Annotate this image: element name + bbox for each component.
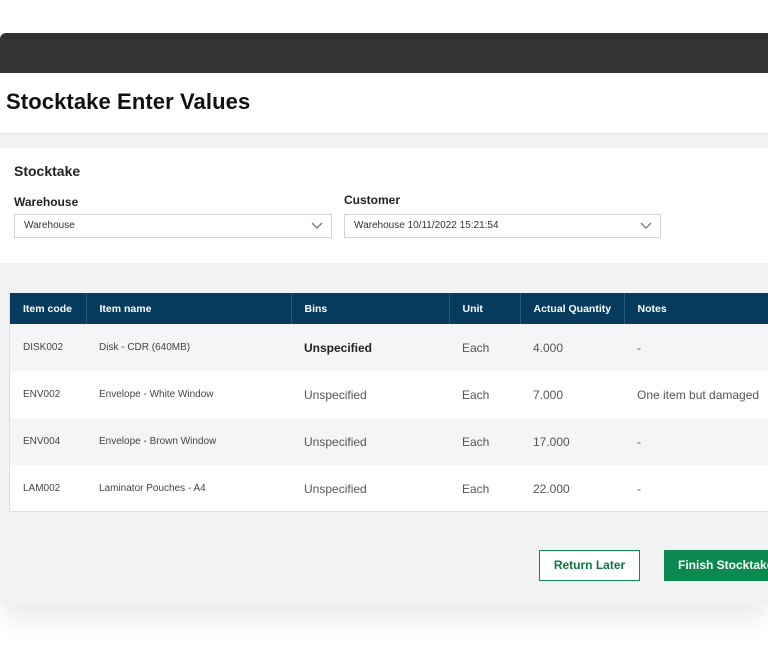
unit-cell: Each <box>462 387 490 402</box>
customer-select[interactable]: Warehouse 10/11/2022 15:21:54 <box>344 214 661 238</box>
chevron-down-icon <box>311 222 323 229</box>
item-name-cell: Disk - CDR (640MB) <box>86 324 291 371</box>
item-name-cell: Laminator Pouches - A4 <box>99 483 206 494</box>
notes-cell[interactable]: - <box>624 324 768 371</box>
finish-stocktake-button[interactable]: Finish Stocktake <box>664 550 768 581</box>
stocktake-table: Item code Item name Bins Unit Actual Qua… <box>9 293 768 512</box>
bins-cell[interactable]: Unspecified <box>291 465 449 511</box>
item-code-cell: ENV002 <box>23 389 61 400</box>
column-header-item-name[interactable]: Item name <box>86 293 292 324</box>
item-code-cell: DISK002 <box>10 324 86 371</box>
actual-quantity-cell[interactable]: 4.000 <box>520 324 624 371</box>
column-header-notes[interactable]: Notes <box>624 293 768 324</box>
item-code-cell: LAM002 <box>23 483 61 494</box>
bins-cell[interactable]: Unspecified <box>291 418 449 465</box>
return-later-button[interactable]: Return Later <box>539 550 640 581</box>
notes-cell[interactable]: One item but damaged <box>624 371 768 418</box>
warehouse-label: Warehouse <box>14 195 79 209</box>
section-title: Stocktake <box>14 163 81 179</box>
bins-cell[interactable]: Unspecified <box>291 324 449 371</box>
item-name-cell: Envelope - White Window <box>99 389 214 400</box>
app-top-bar <box>0 33 768 73</box>
unit-cell: Each <box>449 324 520 371</box>
table-row[interactable]: ENV004 Envelope - Brown Window Unspecifi… <box>10 418 768 465</box>
unit-cell: Each <box>449 418 520 465</box>
table-header-row: Item code Item name Bins Unit Actual Qua… <box>10 293 768 324</box>
page-title: Stocktake Enter Values <box>6 89 251 114</box>
table-row[interactable]: ENV002 Envelope - White Window Unspecifi… <box>10 371 768 418</box>
chevron-down-icon <box>640 222 652 229</box>
column-header-actual-quantity[interactable]: Actual Quantity <box>520 293 625 324</box>
customer-select-value: Warehouse 10/11/2022 15:21:54 <box>354 220 499 231</box>
column-header-unit[interactable]: Unit <box>449 293 521 324</box>
bins-cell[interactable]: Unspecified <box>291 371 449 418</box>
column-header-bins[interactable]: Bins <box>291 293 450 324</box>
warehouse-select[interactable]: Warehouse <box>14 214 332 238</box>
notes-cell[interactable]: - <box>624 418 768 465</box>
stocktake-filters: Stocktake Warehouse Warehouse Customer W… <box>0 148 768 263</box>
table-row[interactable]: LAM002 Laminator Pouches - A4 Unspecifie… <box>10 465 768 511</box>
notes-cell[interactable]: - <box>624 465 768 511</box>
item-code-cell: ENV004 <box>10 418 86 465</box>
table-row[interactable]: DISK002 Disk - CDR (640MB) Unspecified E… <box>10 324 768 371</box>
title-bar: Stocktake Enter Values <box>0 73 768 134</box>
column-header-item-code[interactable]: Item code <box>10 293 87 324</box>
actual-quantity-cell[interactable]: 7.000 <box>520 371 624 418</box>
actual-quantity-cell[interactable]: 22.000 <box>520 465 624 511</box>
customer-label: Customer <box>344 193 401 207</box>
stocktake-panel: Stocktake Enter Values Stocktake Warehou… <box>0 73 768 605</box>
warehouse-select-value: Warehouse <box>24 220 75 231</box>
actual-quantity-cell[interactable]: 17.000 <box>520 418 624 465</box>
item-name-cell: Envelope - Brown Window <box>86 418 291 465</box>
unit-cell: Each <box>462 481 490 496</box>
